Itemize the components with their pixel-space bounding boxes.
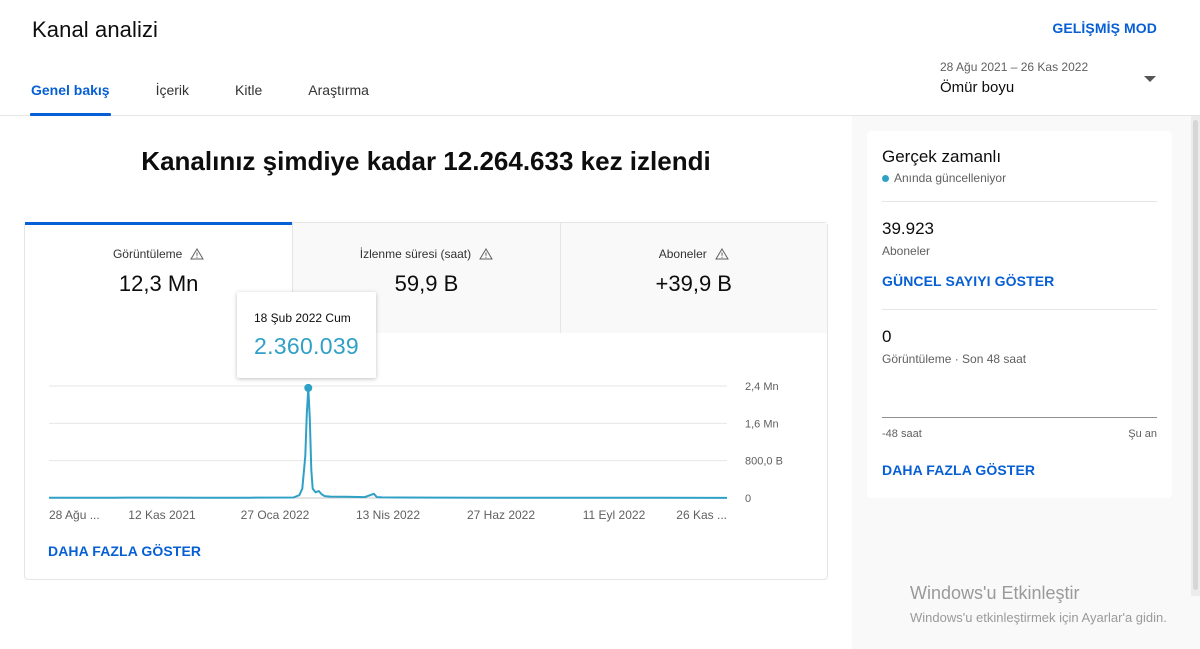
chart-x-tick-label: 27 Oca 2022 (241, 508, 310, 522)
realtime-views-label: Görüntüleme · Son 48 saat (882, 352, 1027, 366)
realtime-chart-axis (882, 417, 1157, 418)
tab-bar: Genel bakış İçerik Kitle Araştırma (30, 82, 415, 116)
tab-research[interactable]: Araştırma (308, 82, 369, 116)
realtime-title: Gerçek zamanlı (882, 147, 1002, 166)
metric-label-row: Görüntüleme (112, 247, 205, 261)
realtime-subtitle: Anında güncelleniyor (882, 171, 1006, 185)
metric-label-row: Aboneler (659, 247, 729, 261)
metric-label: Görüntüleme (112, 247, 183, 261)
total-views-headline: Kanalınız şimdiye kadar 12.264.633 kez i… (141, 146, 711, 176)
show-more-button[interactable]: DAHA FAZLA GÖSTER (48, 543, 201, 559)
warning-icon (479, 248, 494, 260)
header: Kanal analizi GELİŞMİŞ MOD Genel bakış İ… (0, 0, 1200, 116)
windows-activation-watermark: Windows'u Etkinleştir Windows'u etkinleş… (910, 583, 1167, 625)
metric-label-row: İzlenme süresi (saat) (359, 247, 494, 261)
chart-peak-point (304, 383, 313, 392)
views-line-chart[interactable]: 2,4 Mn 1,6 Mn 800,0 B 0 28 Ağu ... 12 Kas 20… (25, 333, 827, 533)
advanced-mode-button[interactable]: GELİŞMİŞ MOD (1052, 20, 1157, 36)
chart-y-ticks: 2,4 Mn 1,6 Mn 800,0 B 0 (745, 381, 783, 505)
realtime-axis-end: Şu an (1128, 428, 1157, 440)
tooltip-value: 2.360.039 (254, 333, 360, 359)
chart-y-tick-label: 800,0 B (745, 456, 783, 468)
page-title: Kanal analizi (32, 17, 159, 42)
chart-tooltip: 18 Şub 2022 Cum 2.360.039 (237, 292, 376, 378)
date-range-selected: Ömür boyu (940, 79, 1015, 96)
divider (882, 309, 1157, 310)
metric-tabs: Görüntüleme 12,3 Mn İzlenme süresi (saat… (25, 222, 827, 333)
metric-subscribers[interactable]: Aboneler +39,9 B (559, 223, 827, 333)
realtime-subscribers-label: Aboneler (882, 244, 931, 258)
chart-x-ticks: 28 Ağu ... 12 Kas 2021 27 Oca 2022 13 Nis 2… (49, 508, 727, 522)
chart-x-tick-label: 28 Ağu ... (49, 508, 100, 522)
chart-grid (49, 385, 727, 499)
realtime-axis-start: -48 saat (882, 428, 922, 440)
chart-y-tick-label: 0 (745, 493, 751, 505)
realtime-subscribers-value: 39.923 (882, 219, 934, 238)
dropdown-caret-icon (1144, 76, 1156, 82)
chart-x-tick-label: 27 Haz 2022 (467, 508, 535, 522)
tab-audience[interactable]: Kitle (235, 82, 262, 116)
chart-x-tick-label: 11 Eyl 2022 (583, 508, 646, 522)
metric-value: +39,9 B (655, 271, 732, 296)
metric-label: Aboneler (658, 247, 707, 261)
tab-overview[interactable]: Genel bakış (30, 82, 111, 116)
metric-label: İzlenme süresi (saat) (359, 247, 472, 261)
realtime-card: Gerçek zamanlı Anında güncelleniyor 39.9… (867, 131, 1172, 498)
realtime-subtitle-text: Anında güncelleniyor (894, 171, 1007, 185)
chart-y-tick-label: 1,6 Mn (745, 418, 779, 430)
overview-card: Görüntüleme 12,3 Mn İzlenme süresi (saat… (24, 222, 828, 580)
page: Kanal analizi GELİŞMİŞ MOD Genel bakış İ… (0, 0, 1200, 649)
realtime-show-more-button[interactable]: DAHA FAZLA GÖSTER (882, 462, 1035, 478)
chart-x-tick-label: 13 Nis 2022 (356, 508, 420, 522)
realtime-views-value: 0 (882, 327, 892, 346)
chart-x-tick-label: 26 Kas ... (676, 508, 727, 522)
show-current-count-button[interactable]: GÜNCEL SAYIYI GÖSTER (882, 273, 1054, 289)
tab-content[interactable]: İçerik (156, 82, 189, 116)
chart-y-tick-label: 2,4 Mn (745, 381, 779, 393)
watermark-line-1: Windows'u Etkinleştir (910, 583, 1080, 603)
live-dot-icon (882, 174, 889, 182)
chart-x-tick-label: 12 Kas 2021 (128, 508, 196, 522)
tooltip-date: 18 Şub 2022 Cum (254, 311, 351, 325)
date-range-text: 28 Ağu 2021 – 26 Kas 2022 (940, 60, 1089, 74)
scrollbar-thumb[interactable] (1193, 120, 1198, 590)
warning-icon (714, 248, 729, 260)
warning-icon (190, 248, 205, 260)
watermark-line-2: Windows'u etkinleştirmek için Ayarlar'a … (910, 610, 1167, 625)
date-range-selector[interactable]: 28 Ağu 2021 – 26 Kas 2022 Ömür boyu (940, 60, 1160, 96)
chart-series-line (48, 386, 728, 499)
divider (882, 201, 1157, 202)
